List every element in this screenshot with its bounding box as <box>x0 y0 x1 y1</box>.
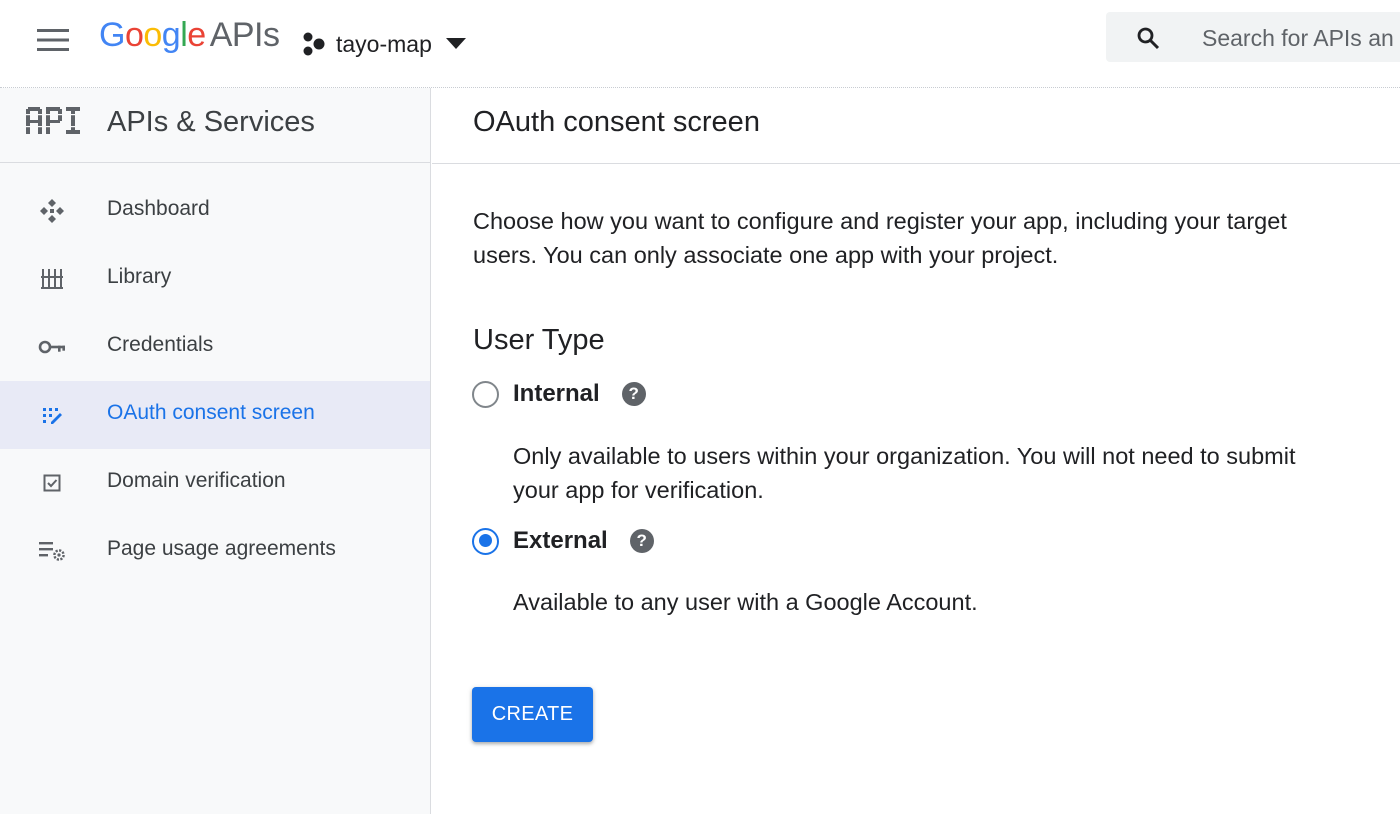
logo-brand: Google <box>99 16 206 54</box>
page-title: OAuth consent screen <box>473 106 760 138</box>
sidebar-item-page-usage-agreements[interactable]: Page usage agreements <box>0 517 430 585</box>
sidebar-nav: Dashboard Library Credentials OAuth cons… <box>0 177 430 585</box>
sidebar-header: APIs & Services <box>0 88 430 163</box>
hamburger-menu-icon <box>37 29 69 51</box>
main-content: OAuth consent screen Choose how you want… <box>432 88 1400 814</box>
internal-description: Only available to users within your orga… <box>513 443 1296 503</box>
sidebar-item-label: Credentials <box>107 333 214 356</box>
sidebar-item-library[interactable]: Library <box>0 245 430 313</box>
help-icon[interactable]: ? <box>621 382 646 406</box>
external-description: Available to any user with a Google Acco… <box>513 589 978 615</box>
main-menu-button[interactable] <box>28 20 78 60</box>
sidebar-item-label: Dashboard <box>107 197 210 220</box>
sidebar-item-label: Domain verification <box>107 469 286 492</box>
radio-option-internal[interactable]: Internal ? <box>472 380 646 408</box>
search-bar[interactable]: Search for APIs an <box>1106 12 1400 62</box>
search-placeholder: Search for APIs an <box>1202 25 1394 51</box>
api-logo-icon <box>26 107 82 134</box>
sidebar-item-dashboard[interactable]: Dashboard <box>0 177 430 245</box>
sidebar-item-label: Library <box>107 265 172 288</box>
settings-list-icon <box>38 539 66 563</box>
sidebar-item-label: Page usage agreements <box>107 537 336 560</box>
sidebar-title: APIs & Services <box>107 106 315 138</box>
dashboard-icon <box>38 199 66 223</box>
oauth-icon <box>38 403 66 427</box>
intro-text: Choose how you want to configure and reg… <box>473 208 1287 268</box>
radio-label-internal: Internal <box>513 380 600 407</box>
dropdown-arrow-icon <box>445 38 466 49</box>
create-button[interactable]: CREATE <box>472 687 593 742</box>
library-icon <box>38 267 66 291</box>
top-app-bar: Google APIs tayo-map Search for APIs an <box>0 0 1400 88</box>
sidebar: APIs & Services Dashboard Library Creden… <box>0 88 431 814</box>
google-apis-logo[interactable]: Google APIs <box>99 16 280 55</box>
project-hexagon-icon <box>303 32 325 56</box>
radio-label-external: External <box>513 527 608 554</box>
user-type-heading: User Type <box>473 324 605 356</box>
help-icon[interactable]: ? <box>629 529 654 553</box>
sidebar-item-domain-verification[interactable]: Domain verification <box>0 449 430 517</box>
sidebar-item-credentials[interactable]: Credentials <box>0 313 430 381</box>
project-selector[interactable]: tayo-map <box>302 24 466 64</box>
logo-product: APIs <box>209 16 280 54</box>
radio-external[interactable] <box>472 527 499 555</box>
sidebar-item-oauth-consent-screen[interactable]: OAuth consent screen <box>0 381 430 449</box>
project-name: tayo-map <box>336 30 432 57</box>
sidebar-item-label: OAuth consent screen <box>107 401 315 424</box>
page-header: OAuth consent screen <box>432 88 1400 164</box>
key-icon <box>38 335 66 359</box>
radio-internal[interactable] <box>472 380 499 408</box>
search-icon <box>1137 27 1160 50</box>
radio-option-external[interactable]: External ? <box>472 527 654 555</box>
checkbox-icon <box>38 471 66 495</box>
